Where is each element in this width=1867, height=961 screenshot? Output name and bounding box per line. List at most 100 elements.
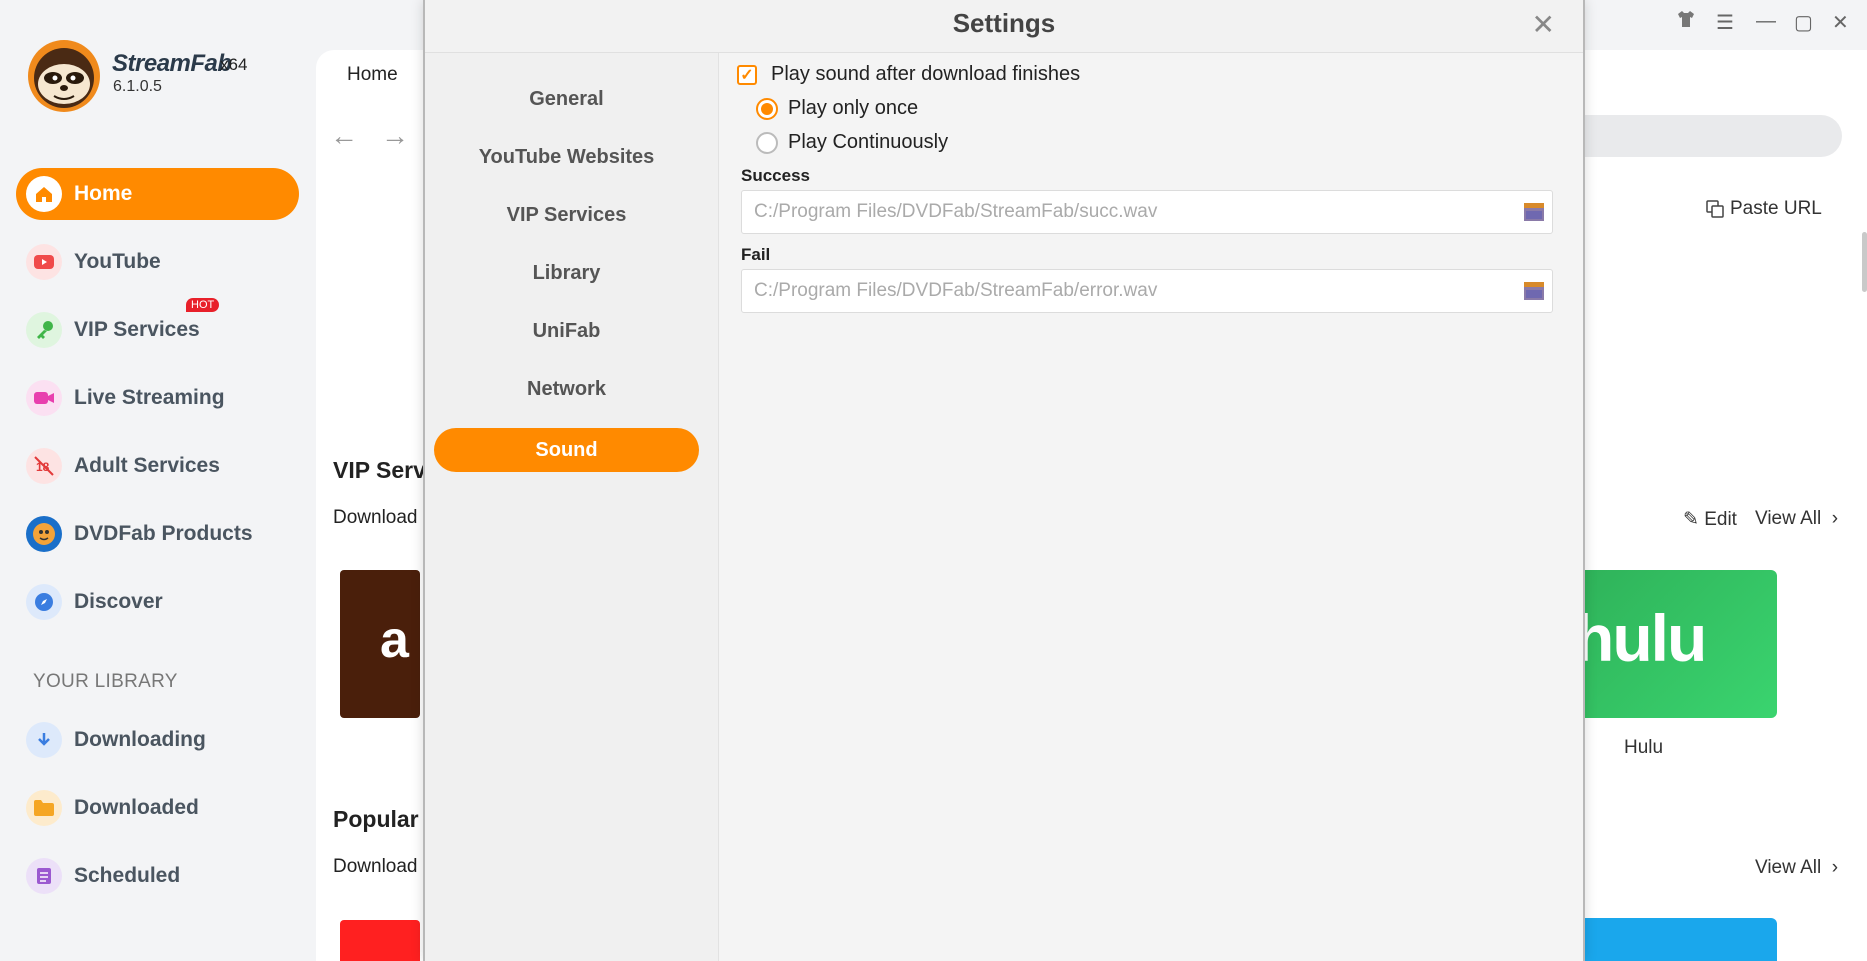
svg-text:18: 18 — [36, 460, 50, 474]
sidebar-item-label: Downloading — [74, 728, 206, 751]
edit-label: Edit — [1704, 509, 1737, 530]
play-sound-label: Play sound after download finishes — [771, 63, 1081, 85]
sidebar-item-home[interactable]: Home — [16, 168, 299, 220]
chevron-right-icon: › — [1826, 857, 1839, 878]
sidebar-item-downloading[interactable]: Downloading — [16, 714, 299, 766]
menu-icon[interactable]: ☰ — [1716, 10, 1734, 35]
settings-tab-general[interactable]: General — [434, 77, 699, 121]
vip-section-title: VIP Serv — [333, 457, 426, 483]
sidebar-item-label: Downloaded — [74, 796, 199, 819]
paste-icon — [1706, 200, 1724, 218]
sidebar-item-label: Home — [74, 182, 133, 205]
dialog-header: Settings ✕ — [425, 0, 1583, 53]
minimize-icon[interactable]: — — [1756, 10, 1776, 33]
view-all-vip-link[interactable]: View All › — [1755, 508, 1838, 530]
settings-tab-library[interactable]: Library — [434, 251, 699, 295]
camera-icon — [26, 380, 62, 416]
sidebar-item-live-streaming[interactable]: Live Streaming — [16, 372, 299, 424]
sidebar-item-downloaded[interactable]: Downloaded — [16, 782, 299, 834]
popular-section-title: Popular — [333, 806, 419, 832]
settings-tab-network[interactable]: Network — [434, 367, 699, 411]
hot-badge: HOT — [186, 298, 220, 312]
close-icon[interactable]: ✕ — [1532, 8, 1555, 41]
streaming-tile[interactable] — [1584, 918, 1777, 961]
sidebar-item-label: DVDFab Products — [74, 522, 253, 545]
download-icon — [26, 722, 62, 758]
sidebar: StreamFab x64 6.1.0.5 Home YouTube VIP S… — [0, 0, 316, 961]
play-sound-checkbox-row[interactable]: ✓ Play sound after download finishes — [737, 63, 1080, 86]
sidebar-item-label: Adult Services — [74, 454, 220, 477]
play-once-label: Play only once — [788, 97, 919, 119]
sidebar-item-label: Scheduled — [74, 864, 181, 887]
sidebar-item-adult-services[interactable]: 18 Adult Services — [16, 440, 299, 492]
close-window-icon[interactable]: ✕ — [1832, 10, 1849, 35]
sidebar-item-label: YouTube — [74, 250, 161, 273]
dvdfab-icon — [26, 516, 62, 552]
sidebar-item-label: Live Streaming — [74, 386, 225, 409]
home-icon — [26, 176, 62, 212]
sound-settings-panel: ✓ Play sound after download finishes Pla… — [719, 53, 1583, 961]
calendar-icon — [26, 858, 62, 894]
play-continuously-label: Play Continuously — [788, 131, 949, 153]
paste-url-button[interactable]: Paste URL — [1706, 198, 1822, 220]
fail-path-field[interactable] — [741, 269, 1553, 313]
dialog-title: Settings — [952, 8, 1056, 38]
sidebar-item-vip-services[interactable]: VIP Services HOT — [16, 298, 299, 356]
forward-arrow-icon[interactable]: → — [381, 120, 409, 152]
skin-icon[interactable] — [1676, 10, 1696, 34]
back-arrow-icon[interactable]: ← — [330, 120, 358, 152]
amazon-logo-text: a — [380, 611, 409, 669]
adult-icon: 18 — [26, 448, 62, 484]
settings-tab-sound[interactable]: Sound — [434, 428, 699, 472]
youtube-icon — [26, 244, 62, 280]
edit-pencil-icon: ✎ — [1683, 509, 1699, 530]
library-heading: YOUR LIBRARY — [33, 671, 178, 692]
settings-tab-youtube-websites[interactable]: YouTube Websites — [434, 135, 699, 179]
settings-tab-vip-services[interactable]: VIP Services — [434, 193, 699, 237]
play-sound-checkbox[interactable]: ✓ — [737, 64, 757, 85]
sidebar-item-discover[interactable]: Discover — [16, 576, 299, 628]
app-version: 6.1.0.5 — [113, 78, 162, 95]
youtube-tile[interactable] — [340, 920, 420, 961]
tab-home[interactable]: Home — [347, 64, 398, 86]
view-all-label: View All — [1755, 857, 1822, 878]
folder-icon — [26, 790, 62, 826]
hulu-tile[interactable]: hulu — [1584, 570, 1777, 718]
browse-file-icon[interactable] — [1524, 203, 1544, 221]
view-all-popular-link[interactable]: View All › — [1755, 857, 1838, 879]
sidebar-item-scheduled[interactable]: Scheduled — [16, 850, 299, 902]
browse-file-icon[interactable] — [1524, 282, 1544, 300]
compass-icon — [26, 584, 62, 620]
fail-label: Fail — [741, 245, 771, 264]
streamfab-logo-icon — [28, 40, 100, 112]
success-path-input[interactable] — [754, 201, 1494, 223]
play-continuously-radio-row[interactable]: Play Continuously — [756, 131, 948, 154]
key-icon — [26, 312, 62, 348]
sidebar-item-label: VIP Services — [74, 318, 200, 341]
hulu-logo-text: hulu — [1584, 601, 1707, 675]
success-label: Success — [741, 166, 810, 185]
maximize-icon[interactable]: ▢ — [1794, 10, 1813, 35]
settings-dialog: Settings ✕ General YouTube Websites VIP … — [423, 0, 1585, 961]
fail-path-input[interactable] — [754, 280, 1494, 302]
hulu-label: Hulu — [1624, 737, 1664, 758]
view-all-label: View All — [1755, 508, 1822, 529]
app-arch: x64 — [220, 55, 248, 74]
chevron-right-icon: › — [1826, 508, 1839, 529]
settings-nav: General YouTube Websites VIP Services Li… — [425, 53, 719, 961]
scrollbar-thumb[interactable] — [1862, 232, 1867, 292]
play-continuously-radio[interactable] — [756, 131, 778, 154]
sidebar-item-label: Discover — [74, 590, 163, 613]
settings-tab-unifab[interactable]: UniFab — [434, 309, 699, 353]
play-once-radio-row[interactable]: Play only once — [756, 97, 918, 120]
success-path-field[interactable] — [741, 190, 1553, 234]
paste-url-label: Paste URL — [1730, 198, 1822, 219]
vip-section-subtitle: Download — [333, 507, 418, 528]
search-bar[interactable] — [1584, 115, 1842, 157]
sidebar-item-youtube[interactable]: YouTube — [16, 236, 299, 288]
sidebar-item-dvdfab-products[interactable]: DVDFab Products — [16, 508, 299, 560]
play-once-radio[interactable] — [756, 97, 778, 120]
popular-section-subtitle: Download — [333, 856, 418, 877]
edit-button[interactable]: ✎ Edit — [1683, 508, 1737, 531]
amazon-tile[interactable]: a — [340, 570, 420, 718]
